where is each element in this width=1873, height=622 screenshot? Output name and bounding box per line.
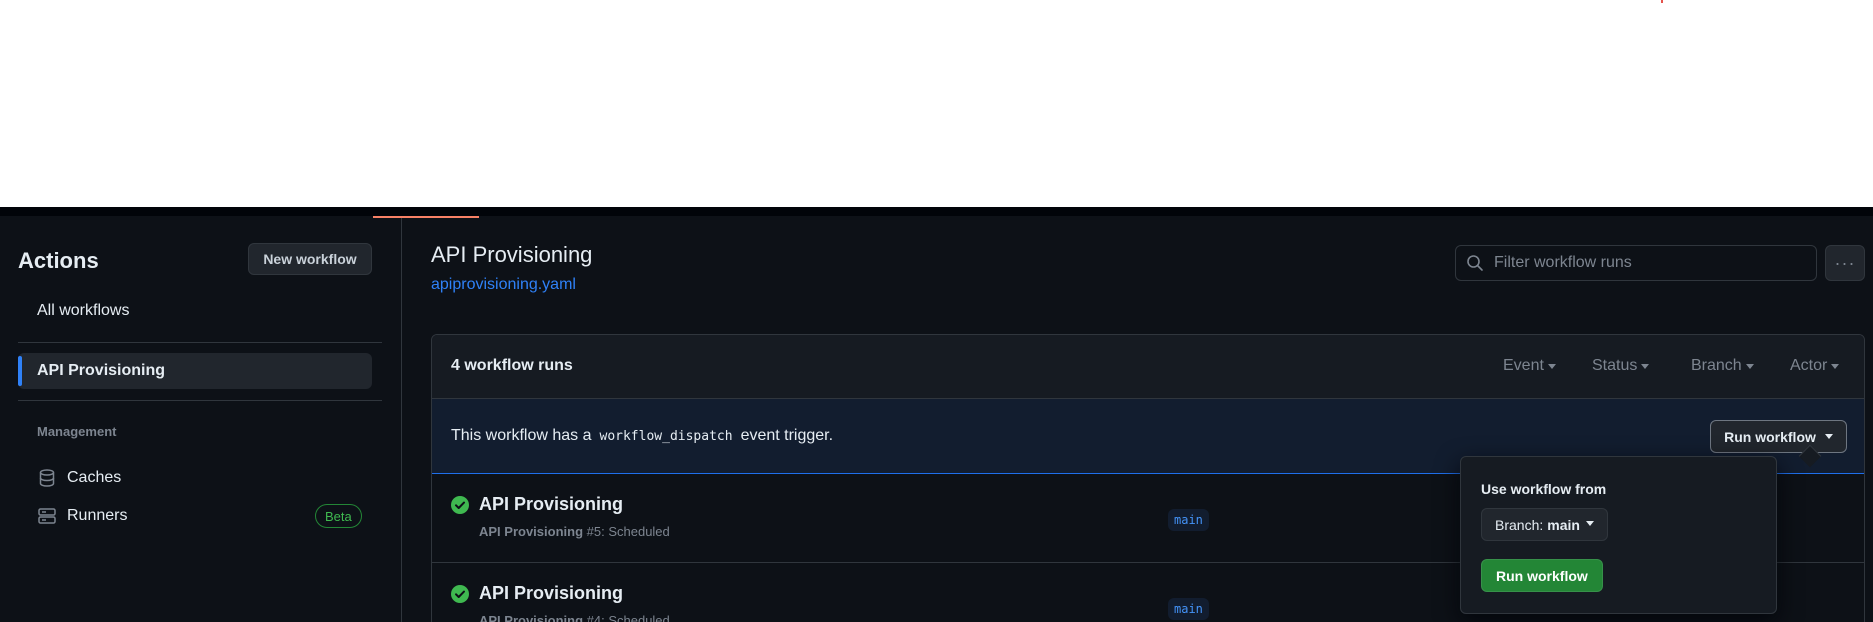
event-filter-label: Event: [1503, 357, 1544, 374]
actions-sidebar: Actions New workflow All workflows API P…: [0, 218, 402, 622]
run-trigger: : Scheduled: [601, 524, 670, 539]
event-filter-dropdown[interactable]: Event: [1503, 357, 1556, 375]
run-workflow-popover: Use workflow from Branch: main Run workf…: [1460, 456, 1777, 614]
run-subtitle: API Provisioning #5: Scheduled: [479, 524, 670, 539]
runners-label: Runners: [67, 507, 128, 524]
actor-filter-label: Actor: [1790, 357, 1828, 374]
dispatch-code: workflow_dispatch: [599, 428, 733, 444]
run-title[interactable]: API Provisioning: [479, 583, 623, 604]
filter-runs-input[interactable]: Filter workflow runs: [1455, 245, 1817, 281]
branch-filter-dropdown[interactable]: Branch: [1691, 357, 1754, 375]
filter-placeholder: Filter workflow runs: [1494, 254, 1632, 271]
dispatch-suffix: event trigger.: [740, 427, 834, 444]
caret-down-icon: [1585, 520, 1594, 526]
run-workflow-label: Run workflow: [1724, 428, 1816, 445]
runs-count: 4 workflow runs: [451, 357, 573, 374]
divider: [18, 400, 382, 401]
caret-down-icon: [1547, 363, 1556, 369]
search-icon: [1466, 254, 1484, 272]
database-icon: [37, 469, 57, 487]
actor-filter-dropdown[interactable]: Actor: [1790, 357, 1840, 375]
run-workflow-button[interactable]: Run workflow: [1481, 559, 1603, 592]
branch-tag[interactable]: main: [1168, 598, 1209, 620]
page-title: API Provisioning: [431, 242, 593, 267]
caret-down-icon: [1824, 434, 1833, 439]
caret-down-icon: [1641, 363, 1650, 369]
run-trigger: : Scheduled: [601, 613, 670, 622]
run-number: #5: [586, 524, 602, 539]
popover-title: Use workflow from: [1481, 481, 1607, 497]
sidebar-item-all-workflows[interactable]: All workflows: [18, 293, 372, 329]
status-filter-label: Status: [1592, 357, 1638, 374]
dispatch-message: This workflow has a workflow_dispatch ev…: [451, 427, 833, 445]
caches-label: Caches: [67, 469, 122, 486]
success-check-icon: [451, 585, 469, 603]
success-check-icon: [451, 496, 469, 514]
browser-blank-area: [0, 0, 1873, 207]
branch-filter-label: Branch: [1691, 357, 1742, 374]
sidebar-title: Actions: [18, 248, 99, 273]
runs-header: 4 workflow runs Event Status Branch Acto…: [432, 335, 1864, 399]
new-workflow-button[interactable]: New workflow: [248, 243, 372, 275]
run-workflow-name: API Provisioning: [479, 524, 584, 539]
dispatch-prefix: This workflow has a: [451, 427, 592, 444]
status-filter-dropdown[interactable]: Status: [1592, 357, 1650, 375]
caret-down-icon: [1831, 363, 1840, 369]
beta-badge: Beta: [315, 504, 362, 528]
sidebar-item-api-provisioning[interactable]: API Provisioning: [18, 353, 372, 389]
divider: [18, 342, 382, 343]
run-workflow-name: API Provisioning: [479, 613, 584, 622]
run-subtitle: API Provisioning #4: Scheduled: [479, 613, 670, 622]
branch-prefix: Branch:: [1495, 516, 1544, 533]
branch-value: main: [1547, 516, 1580, 533]
active-item-indicator: [18, 356, 22, 386]
branch-tag[interactable]: main: [1168, 509, 1209, 531]
more-options-button[interactable]: ···: [1825, 245, 1865, 281]
management-heading: Management: [37, 424, 117, 439]
workflow-file-link[interactable]: apiprovisioning.yaml: [431, 276, 576, 294]
cursor-mark: [1661, 0, 1663, 3]
run-title[interactable]: API Provisioning: [479, 494, 623, 515]
run-number: #4: [586, 613, 602, 622]
server-icon: [37, 507, 57, 525]
sidebar-item-caches[interactable]: Caches: [37, 463, 367, 493]
branch-select-button[interactable]: Branch: main: [1481, 508, 1608, 541]
caret-down-icon: [1745, 363, 1754, 369]
run-workflow-dropdown-button[interactable]: Run workflow: [1710, 420, 1847, 453]
